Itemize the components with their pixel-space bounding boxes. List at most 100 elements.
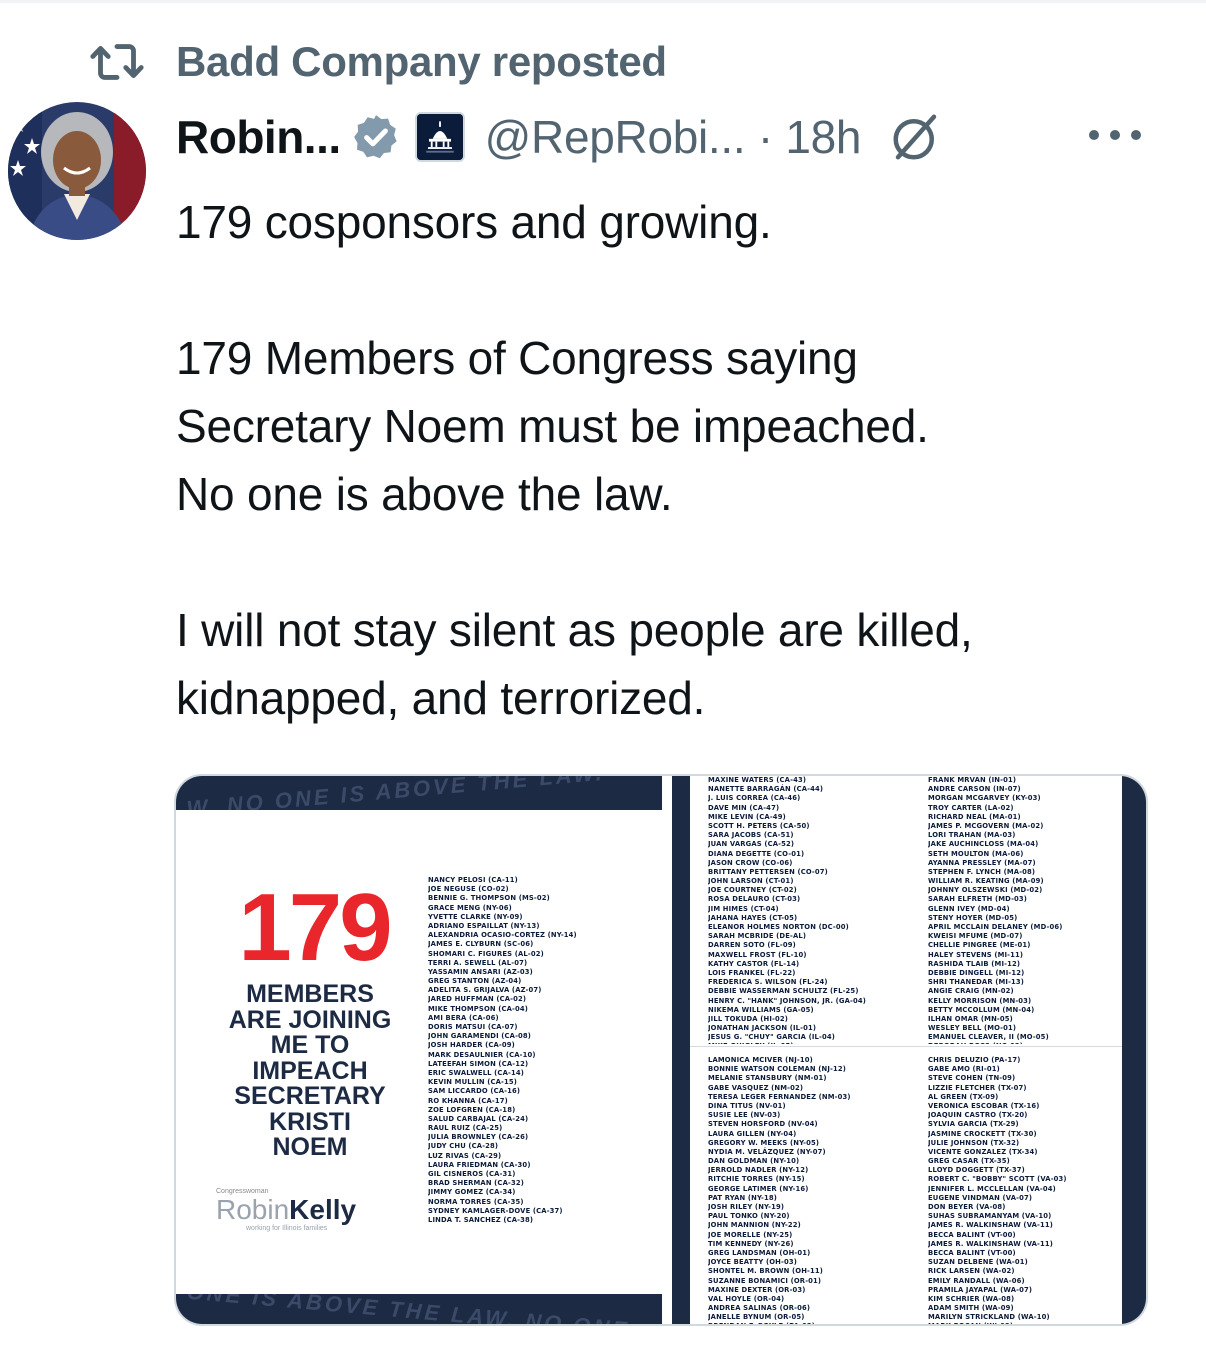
member-name: JUAN VARGAS (CA-52) [708, 840, 795, 849]
band-text: W. NO ONE IS ABOVE THE LAW. [185, 776, 606, 810]
member-name: JAHANA HAYES (CT-05) [708, 913, 798, 922]
member-name: GRACE MENG (NY-06) [428, 903, 512, 912]
member-name: TIM KENNEDY (NY-26) [708, 1239, 794, 1248]
more-options-icon[interactable] [1086, 120, 1144, 150]
graphic-left-panel: W. NO ONE IS ABOVE THE LAW. 179 MEMBERS … [176, 776, 662, 1326]
member-name: EUGENE VINDMAN (VA-07) [928, 1193, 1033, 1202]
author-name[interactable]: Robin... [176, 110, 341, 164]
member-name: AYANNA PRESSLEY (MA-07) [928, 858, 1036, 867]
member-name: ADAM SMITH (WA-09) [928, 1304, 1014, 1313]
member-name: STEVEN HORSFORD (NV-04) [708, 1120, 818, 1129]
member-name: MORGAN MCGARVEY (KY-03) [928, 794, 1041, 803]
member-list-col4: CHRIS DELUZIO (PA-17) GABE AMO (RI-01) STE… [928, 1056, 1122, 1324]
member-name: JASMINE CROCKETT (TX-30) [928, 1129, 1037, 1138]
member-name: SETH MOULTON (MA-06) [928, 849, 1024, 858]
headline-line: NOEM [272, 1133, 348, 1161]
member-name: ADELITA S. GRIJALVA (AZ-07) [428, 986, 542, 995]
member-name: MARILYN STRICKLAND (WA-10) [928, 1313, 1050, 1322]
government-affiliation-icon[interactable] [414, 112, 465, 162]
headline-line: KRISTI [269, 1107, 351, 1136]
member-name: ADRIANO ESPAILLAT (NY-13) [428, 921, 540, 930]
member-name: ANDREA SALINAS (OR-06) [708, 1304, 811, 1313]
member-name: JOAQUIN CASTRO (TX-20) [928, 1111, 1028, 1120]
member-name: MAXINE WATERS (CA-43) [708, 776, 807, 784]
member-name: AMI BERA (CA-06) [428, 1013, 499, 1022]
repost-header[interactable]: Badd Company reposted [90, 38, 667, 86]
member-name: SARA JACOBS (CA-51) [708, 831, 794, 840]
member-name: WILLIAM R. KEATING (MA-09) [928, 877, 1044, 886]
member-name: AL GREEN (TX-09) [928, 1092, 999, 1101]
member-name: SUZAN DELBENE (WA-01) [928, 1258, 1028, 1267]
member-name: SUHAS SUBRAMANYAM (VA-10) [928, 1212, 1052, 1221]
logo-first: Robin [216, 1194, 290, 1225]
verified-badge-icon[interactable] [351, 112, 401, 162]
author-handle-time[interactable]: @RepRobi... · 18h [485, 110, 862, 164]
member-name: JOYCE BEATTY (OH-03) [708, 1258, 797, 1267]
member-name: MARK DESAULNIER (CA-10) [428, 1050, 536, 1059]
band-text: ONE IS ABOVE THE LAW. NO ONE [185, 1294, 631, 1326]
graphic-bottom-band: ONE IS ABOVE THE LAW. NO ONE [176, 1294, 662, 1326]
member-name: JOE NEGUSE (CO-02) [428, 885, 509, 894]
member-name: STEPHEN F. LYNCH (MA-08) [928, 867, 1036, 876]
member-name: DIANA DEGETTE (CO-01) [708, 849, 805, 858]
member-name: HALEY STEVENS (MI-11) [928, 950, 1024, 959]
member-name: RO KHANNA (CA-17) [428, 1096, 508, 1105]
member-name: PRAMILA JAYAPAL (WA-07) [928, 1285, 1033, 1294]
headline-line: ARE JOINING [228, 1005, 392, 1034]
image-gap [662, 776, 672, 1324]
member-list-col0: NANCY PELOSI (CA-11) JOE NEGUSE (CO-02) BE… [428, 876, 660, 1256]
member-name: SHONTEL M. BROWN (OH-11) [708, 1267, 824, 1276]
member-name: LORI TRAHAN (MA-03) [928, 831, 1016, 840]
member-name: DAVE MIN (CA-47) [708, 803, 780, 812]
member-name: JOSH RILEY (NY-19) [708, 1203, 785, 1211]
member-name: PAT RYAN (NY-18) [708, 1193, 778, 1202]
member-name: DEBBIE DINGELL (MI-12) [928, 968, 1025, 977]
graphic-strip [1122, 776, 1146, 1324]
member-name: JERROLD NADLER (NY-12) [708, 1166, 809, 1175]
member-name: FREDERICA S. WILSON (FL-24) [708, 978, 828, 987]
member-name: BECCA BALINT (VT-00) [928, 1230, 1016, 1239]
grok-icon[interactable] [889, 110, 943, 164]
member-name: KWEISI MFUME (MD-07) [928, 932, 1023, 941]
member-name: GABE AMO (RI-01) [928, 1065, 1000, 1074]
member-name: GABE VASQUEZ (NM-02) [708, 1083, 804, 1092]
member-name: ILHAN OMAR (MN-05) [928, 1014, 1013, 1023]
member-name: SYDNEY KAMLAGER-DOVE (CA-37) [428, 1206, 563, 1215]
tweet-image[interactable]: W. NO ONE IS ABOVE THE LAW. 179 MEMBERS … [174, 774, 1148, 1326]
member-name: ZOE LOFGREN (CA-18) [428, 1105, 516, 1114]
tweet-line: I will not stay silent as people are kil… [176, 604, 973, 656]
member-name: MIKE QUIGLEY (IL-05) [708, 1042, 930, 1044]
member-name: JASON CROW (CO-06) [708, 858, 793, 867]
member-name: LIZZIE FLETCHER (TX-07) [928, 1083, 1027, 1092]
member-name: JILL TOKUDA (HI-02) [708, 1014, 788, 1023]
member-name: YASSAMIN ANSARI (AZ-03) [428, 967, 533, 976]
member-name: NANETTE BARRAGÁN (CA-44) [708, 785, 824, 794]
member-name: NORMA TORRES (CA-35) [428, 1197, 524, 1206]
member-name: LOIS FRANKEL (FL-22) [708, 968, 796, 977]
member-name: GIL CISNEROS (CA-31) [428, 1170, 516, 1178]
list-divider [690, 1046, 1122, 1054]
member-name: SHRI THANEDAR (MI-13) [928, 978, 1025, 987]
member-name: JOHN MANNION (NY-22) [708, 1221, 801, 1230]
member-name: WESLEY BELL (MO-01) [928, 1024, 1017, 1033]
member-name: LINDA T. SANCHEZ (CA-38) [428, 1215, 534, 1224]
member-name: JANELLE BYNUM (OR-05) [708, 1313, 805, 1322]
member-name: SCOTT H. PETERS (CA-50) [708, 821, 810, 830]
member-name: JONATHAN JACKSON (IL-01) [708, 1024, 817, 1033]
member-name: LATEEFAH SIMON (CA-12) [428, 1059, 529, 1068]
member-name: JAMES R. WALKINSHAW (VA-11) [928, 1221, 1054, 1230]
member-name: BRITTANY PETTERSEN (CO-07) [708, 867, 828, 876]
member-name: RICHARD NEAL (MA-01) [928, 812, 1021, 821]
member-name: GREGORY W. MEEKS (NY-05) [708, 1138, 820, 1147]
member-name: DEBORAH ROSS (NC-02) [928, 1042, 1122, 1044]
member-name: NYDIA M. VELÁZQUEZ (NY-07) [708, 1147, 826, 1156]
member-name: JESUS G. "CHUY" GARCIA (IL-04) [708, 1033, 836, 1042]
member-name: FRANK MRVAN (IN-01) [928, 776, 1017, 784]
member-name: HENRY C. "HANK" JOHNSON, JR. (GA-04) [708, 996, 867, 1005]
repost-label[interactable]: Badd Company reposted [176, 38, 667, 86]
member-list-col1: MAXINE WATERS (CA-43) NANETTE BARRAGÁN (C… [708, 776, 930, 1044]
member-name: GREG LANDSMAN (OH-01) [708, 1248, 811, 1257]
tweet-line: No one is above the law. [176, 468, 673, 520]
top-divider [0, 0, 1206, 3]
avatar[interactable] [8, 102, 146, 240]
